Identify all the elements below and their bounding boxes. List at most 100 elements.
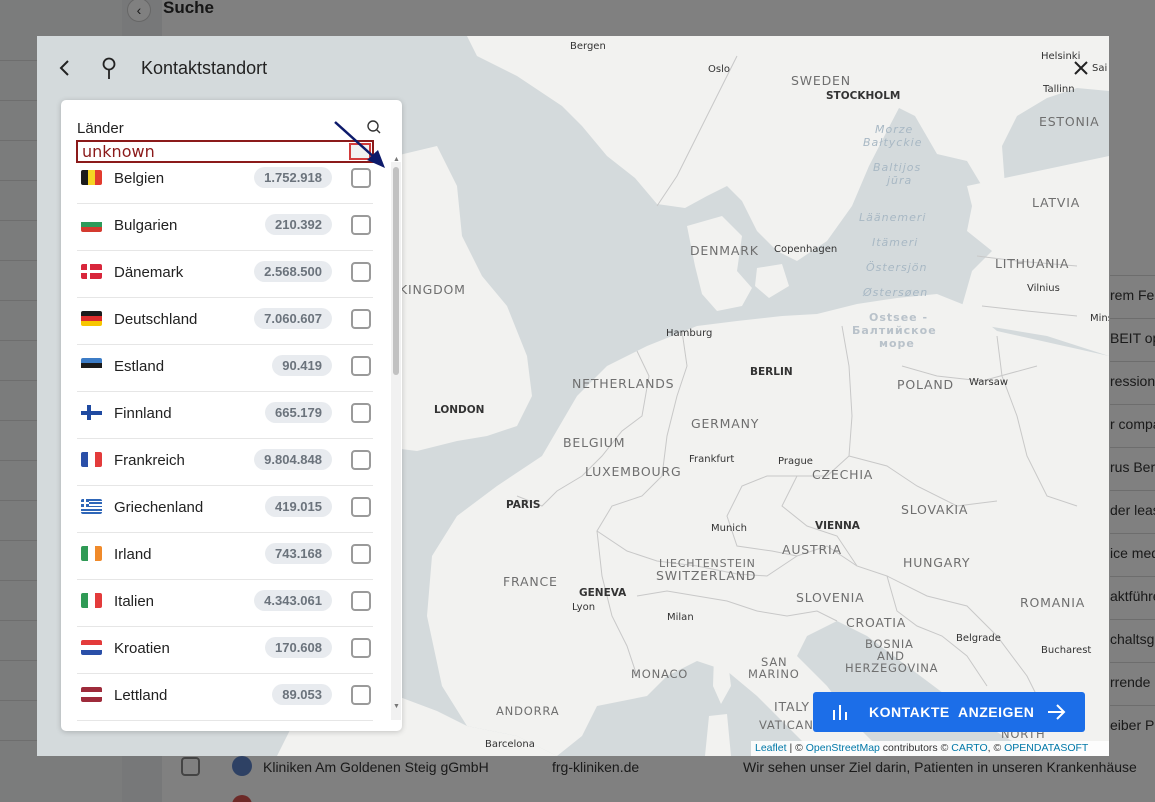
country-checkbox[interactable]: [351, 356, 371, 376]
map-label: LUXEMBOURG: [585, 464, 682, 479]
country-checkbox[interactable]: [351, 403, 371, 423]
background-company-description: Wir sehen unser Ziel darin, Patienten in…: [743, 759, 1137, 775]
flag-fr-icon: [81, 452, 102, 467]
country-name: Finnland: [114, 405, 172, 422]
country-count-badge: 7.060.607: [254, 308, 332, 329]
map-label: KINGDOM: [399, 282, 466, 297]
leaflet-link[interactable]: Leaflet: [755, 742, 787, 754]
map-label: Bałtyckie: [863, 136, 923, 149]
country-count-badge: 210.392: [265, 214, 332, 235]
country-row[interactable]: Irland 743.168: [77, 533, 373, 580]
carto-link[interactable]: CARTO: [951, 742, 987, 754]
map-label: Läänemeri: [859, 211, 927, 224]
background-snippet: rus Berl: [1110, 459, 1155, 475]
country-count-badge: 419.015: [265, 496, 332, 517]
background-company-domain: frg-kliniken.de: [552, 759, 640, 775]
country-row[interactable]: Finnland 665.179: [77, 392, 373, 439]
country-name: Belgien: [114, 170, 165, 187]
country-row[interactable]: Dänemark 2.568.500: [77, 251, 373, 298]
country-count-badge: 743.168: [265, 543, 332, 564]
country-checkbox[interactable]: [351, 591, 371, 611]
country-list[interactable]: Belgien 1.752.918 Bulgarien 210.392 Dänemark…: [61, 162, 392, 731]
country-name: Frankreich: [114, 452, 185, 469]
flag-fi-icon: [81, 405, 102, 420]
map-label: CZECHIA: [812, 467, 874, 482]
map-label: SLOVENIA: [796, 590, 865, 605]
map-label: SWITZERLAND: [656, 568, 757, 583]
country-checkbox[interactable]: [351, 638, 371, 658]
attribution-text: contributors ©: [879, 742, 952, 754]
country-checkbox[interactable]: [351, 544, 371, 564]
map-label: Milan: [667, 612, 694, 623]
map-label: HERZEGOVINA: [845, 661, 939, 675]
map-label: Barcelona: [485, 739, 535, 750]
map-label: Copenhagen: [774, 244, 838, 255]
map-label: Балтийское: [852, 324, 937, 337]
country-row[interactable]: Griechenland 419.015: [77, 486, 373, 533]
map-label: GERMANY: [691, 416, 760, 431]
country-checkbox[interactable]: [351, 497, 371, 517]
country-checkbox[interactable]: [351, 685, 371, 705]
country-count-badge: 4.343.061: [254, 590, 332, 611]
map-label: ITALY: [774, 699, 810, 714]
map-label: BERLIN: [750, 366, 793, 378]
country-checkbox[interactable]: [351, 450, 371, 470]
country-row[interactable]: Italien 4.343.061: [77, 580, 373, 627]
map-label: Bucharest: [1041, 645, 1092, 656]
map-label: FRANCE: [503, 574, 558, 589]
flag-dk-icon: [81, 264, 102, 279]
map-label: MARINO: [748, 667, 800, 681]
map-label: STOCKHOLM: [826, 90, 901, 102]
scrollbar-thumb[interactable]: [393, 167, 399, 375]
country-row[interactable]: Bulgarien 210.392: [77, 204, 373, 251]
map-label: Hamburg: [666, 328, 713, 339]
map-label: SWEDEN: [791, 73, 851, 88]
country-checkbox[interactable]: [351, 215, 371, 235]
map-label: HUNGARY: [903, 555, 971, 570]
background-snippet: chaltsge: [1110, 631, 1155, 647]
close-button[interactable]: [1067, 54, 1095, 82]
close-icon: [1074, 61, 1088, 75]
globe-icon: [232, 756, 252, 776]
map-label: Tallinn: [1043, 84, 1075, 95]
map-label: GENEVA: [579, 587, 627, 599]
country-row[interactable]: Deutschland 7.060.607: [77, 298, 373, 345]
map-label: ANDORRA: [496, 704, 560, 718]
country-row[interactable]: Lettland 89.053: [77, 674, 373, 721]
modal-title: Kontaktstandort: [141, 58, 268, 78]
show-contacts-label: KONTAKTE ANZEIGEN: [869, 704, 1035, 720]
location-modal: Bergen Oslo Helsinki Sai SWEDEN STOCKHOL…: [37, 36, 1109, 756]
flag-de-icon: [81, 311, 102, 326]
scroll-down-icon[interactable]: ▼: [392, 703, 401, 710]
map-pin-icon: [100, 56, 118, 82]
map-label: Vilnius: [1027, 283, 1060, 294]
background-snippet: eiber Pie: [1110, 717, 1155, 733]
map-label: Östersjön: [866, 261, 928, 274]
map-label: LONDON: [434, 404, 485, 416]
annotation-arrow: [334, 121, 385, 168]
map-label: Frankfurt: [689, 454, 735, 465]
country-checkbox[interactable]: [351, 309, 371, 329]
map-label: Lyon: [572, 602, 596, 613]
country-name: Griechenland: [114, 499, 204, 516]
map-label: Østersøen: [863, 286, 929, 299]
opendatasoft-link[interactable]: OPENDATASOFT: [1004, 742, 1088, 754]
map-label: BELGIUM: [563, 435, 626, 450]
country-row[interactable]: Frankreich 9.804.848: [77, 439, 373, 486]
country-row[interactable]: Estland 90.419: [77, 345, 373, 392]
country-row[interactable]: Kroatien 170.608: [77, 627, 373, 674]
show-contacts-button[interactable]: KONTAKTE ANZEIGEN: [813, 692, 1085, 732]
country-name: Dänemark: [114, 264, 184, 281]
back-button[interactable]: [55, 54, 75, 82]
map-label: ROMANIA: [1020, 595, 1086, 610]
map-label: море: [879, 337, 915, 350]
map-label: MONACO: [631, 667, 689, 681]
map-label: LATVIA: [1032, 195, 1081, 210]
background-page-title: Suche: [163, 0, 215, 17]
country-checkbox[interactable]: [351, 262, 371, 282]
flag-be-icon: [81, 170, 102, 185]
arrow-right-icon: [1048, 704, 1066, 720]
osm-link[interactable]: OpenStreetMap: [806, 742, 880, 754]
country-count-badge: 89.053: [272, 684, 332, 705]
background-snippet: rrende: [1110, 674, 1151, 690]
